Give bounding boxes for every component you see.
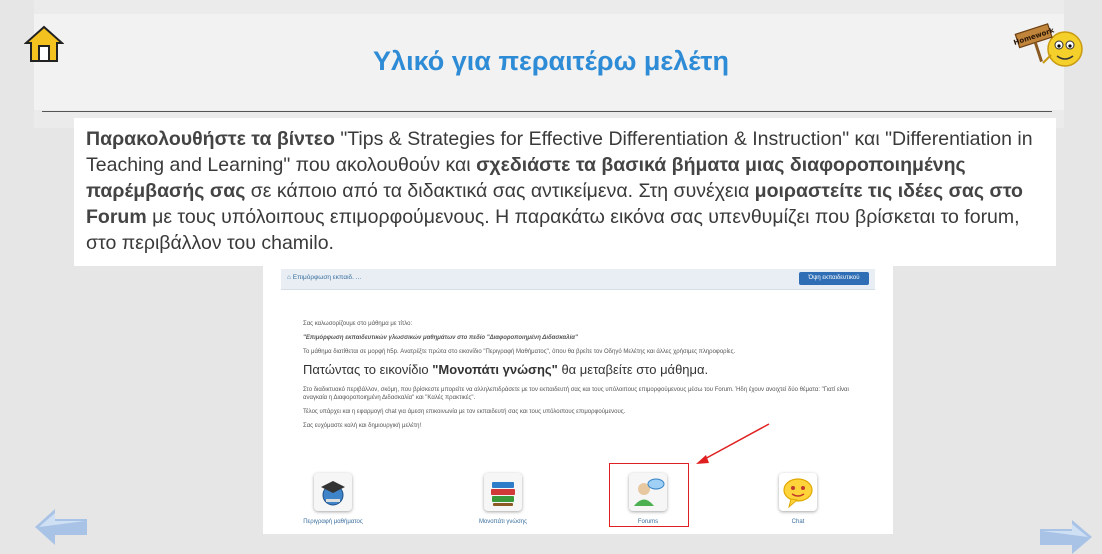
intro-line-6: Σας ευχόμαστε καλή και δημιουργική μελέτ… <box>303 423 422 429</box>
tool-label: Μονοπάτι γνώσης <box>478 519 528 525</box>
intro-line-4: Στο διαδικτυακό περιβάλλον, σκόμη, που β… <box>303 387 849 401</box>
arrow-left-icon[interactable] <box>35 509 87 545</box>
chat-icon <box>779 473 817 511</box>
home-icon[interactable] <box>24 24 64 64</box>
course-title-text: Επιμόρφωση εκπαιδ. ... <box>292 274 362 281</box>
big-bold: "Μονοπάτι γνώσης" <box>432 362 558 377</box>
instructions-text: Παρακολουθήστε τα βίντεο "Tips & Strateg… <box>74 118 1056 266</box>
intro-line-3: Το μάθημα διατίθεται σε μορφή h5p. Ανατρ… <box>303 349 736 355</box>
instructions-text-2: σε κάποιο από τα διδακτικά σας αντικείμε… <box>245 180 755 202</box>
intro-line-5: Τέλος υπάρχει και η εφαρμογή chat για άμ… <box>303 409 626 415</box>
page-title: Υλικό για περαιτέρω μελέτη <box>373 46 729 76</box>
big-prefix: Πατώντας το εικονίδιο <box>303 362 433 377</box>
instructions-emph-1: Παρακολουθήστε τα βίντεο <box>86 128 335 150</box>
intro-big-line: Πατώντας το εικονίδιο "Μονοπάτι γνώσης" … <box>303 362 863 378</box>
intro-line-1: Σας καλωσορίζουμε στο μάθημα με τίτλο: <box>303 321 413 327</box>
learning-path-icon <box>484 473 522 511</box>
chamilo-screenshot: ⌂ Επιμόρφωση εκπαιδ. ... Όψη εκπαιδευτικ… <box>263 266 893 534</box>
view-button[interactable]: Όψη εκπαιδευτικού <box>799 272 869 285</box>
big-suffix: θα μεταβείτε στο μάθημα. <box>557 362 709 377</box>
intro-line-2: "Επιμόρφωση εκπαιδευτικών γλωσσικών μαθη… <box>303 335 578 341</box>
forum-highlight-frame <box>609 463 689 527</box>
tool-label: Περιγραφή μαθήματος <box>303 519 363 525</box>
arrow-right-icon[interactable] <box>1040 520 1092 554</box>
tool-label: Chat <box>791 519 805 525</box>
tool-chat[interactable]: Chat <box>758 473 838 525</box>
tool-learning-path[interactable]: Μονοπάτι γνώσης <box>463 473 543 525</box>
course-title: ⌂ Επιμόρφωση εκπαιδ. ... <box>287 274 362 281</box>
homework-icon: Homework <box>1013 23 1083 67</box>
course-header-bar: ⌂ Επιμόρφωση εκπαιδ. ... Όψη εκπαιδευτικ… <box>281 269 875 290</box>
instructions-text-3: με τους υπόλοιπους επιμορφούμενους. Η πα… <box>86 206 1020 254</box>
title-divider <box>42 111 1052 112</box>
course-intro: Σας καλωσορίζουμε στο μάθημα με τίτλο: "… <box>303 320 863 436</box>
tool-course-description[interactable]: Περιγραφή μαθήματος <box>293 473 373 525</box>
course-description-icon <box>314 473 352 511</box>
